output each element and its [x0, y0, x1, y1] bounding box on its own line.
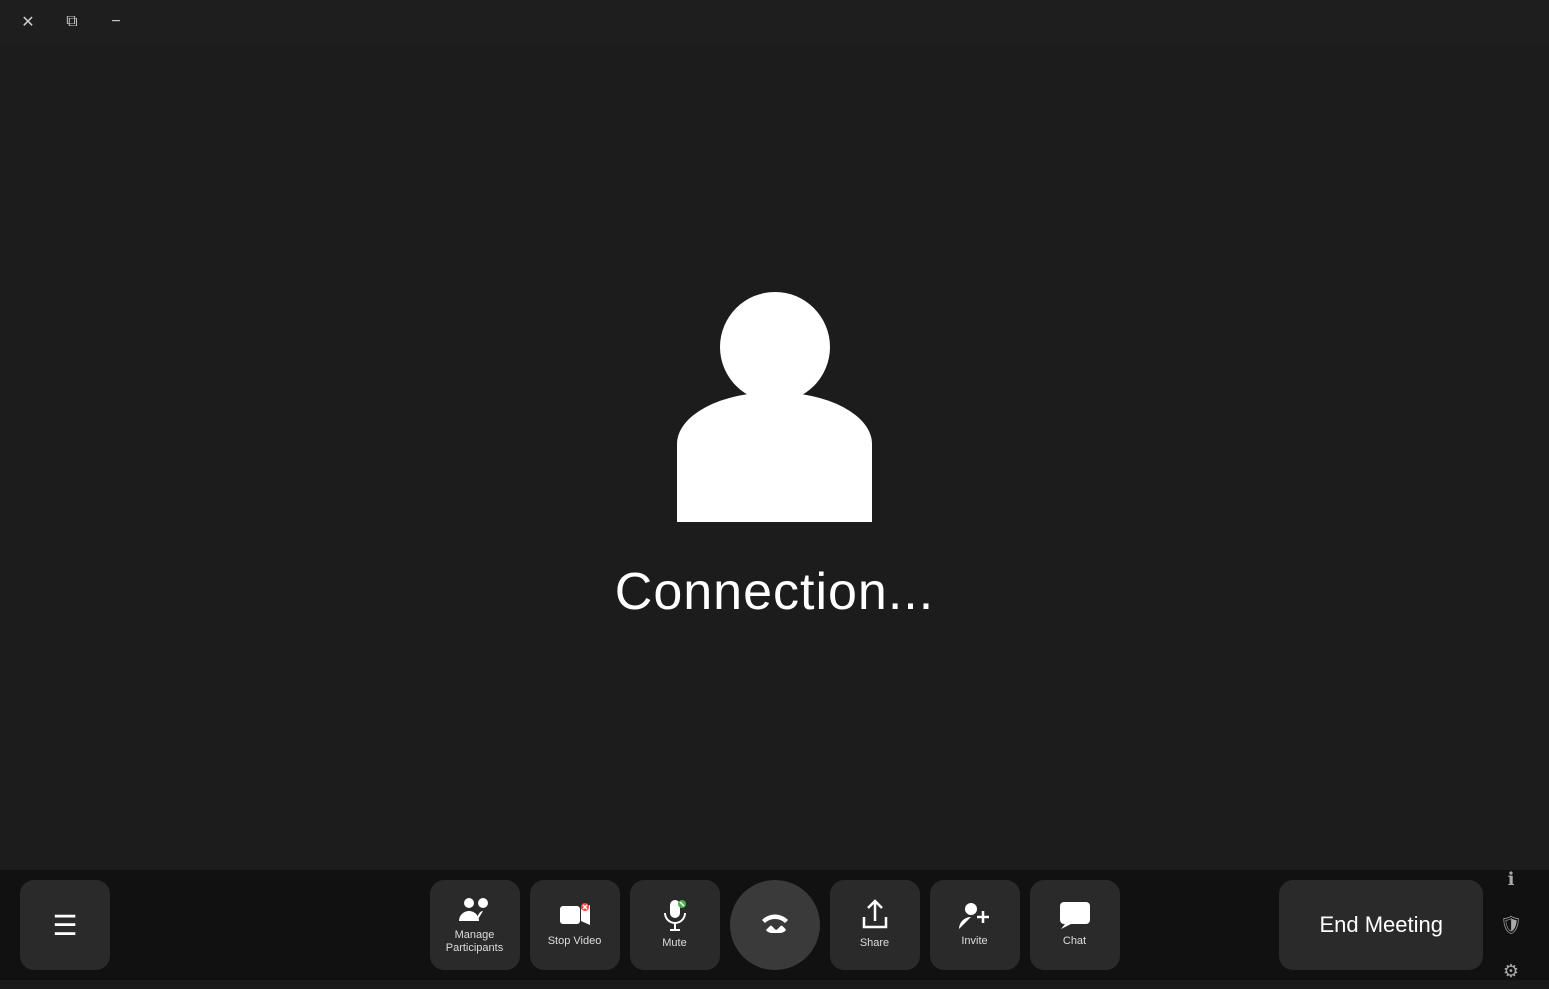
- avatar-head: [720, 292, 830, 402]
- invite-button[interactable]: Invite: [930, 880, 1020, 970]
- main-content: Connection...: [0, 44, 1549, 870]
- settings-button[interactable]: ⚙: [1493, 953, 1529, 989]
- share-icon: [860, 899, 890, 931]
- share-label: Share: [860, 937, 889, 950]
- shield-button[interactable]: 🛡: [1493, 907, 1529, 943]
- invite-label: Invite: [961, 935, 987, 948]
- hangup-button[interactable]: [730, 880, 820, 970]
- close-button[interactable]: ✕: [14, 8, 42, 36]
- split-button[interactable]: ⧉: [58, 8, 86, 36]
- stop-video-icon: [559, 901, 591, 929]
- toolbar-right: End Meeting ℹ 🛡 ⚙: [1279, 861, 1529, 989]
- toolbar-center: Manage Participants Stop Video: [430, 880, 1120, 970]
- avatar-container: [665, 292, 885, 522]
- manage-participants-button[interactable]: Manage Participants: [430, 880, 520, 970]
- hangup-icon: [757, 907, 793, 943]
- mute-icon: [661, 899, 689, 931]
- stop-video-label: Stop Video: [548, 935, 602, 948]
- chat-label: Chat: [1063, 935, 1086, 948]
- chat-button[interactable]: Chat: [1030, 880, 1120, 970]
- avatar-body: [677, 392, 872, 522]
- end-meeting-button[interactable]: End Meeting: [1279, 880, 1483, 970]
- avatar-icon: [665, 292, 885, 522]
- chat-icon: [1059, 901, 1091, 929]
- manage-participants-icon: [459, 895, 491, 923]
- side-icons: ℹ 🛡 ⚙: [1493, 861, 1529, 989]
- mute-button[interactable]: Mute: [630, 880, 720, 970]
- mute-label: Mute: [662, 937, 686, 950]
- share-button[interactable]: Share: [830, 880, 920, 970]
- minimize-button[interactable]: −: [102, 8, 130, 36]
- invite-icon: [959, 901, 991, 929]
- manage-participants-label: Manage Participants: [430, 929, 520, 955]
- title-bar: ✕ ⧉ −: [0, 0, 1549, 44]
- stop-video-button[interactable]: Stop Video: [530, 880, 620, 970]
- toolbar: ☰ Manage Participants: [0, 870, 1549, 980]
- info-button[interactable]: ℹ: [1493, 861, 1529, 897]
- toolbar-left: ☰: [20, 880, 110, 970]
- menu-button[interactable]: ☰: [20, 880, 110, 970]
- connection-status-text: Connection...: [615, 562, 934, 622]
